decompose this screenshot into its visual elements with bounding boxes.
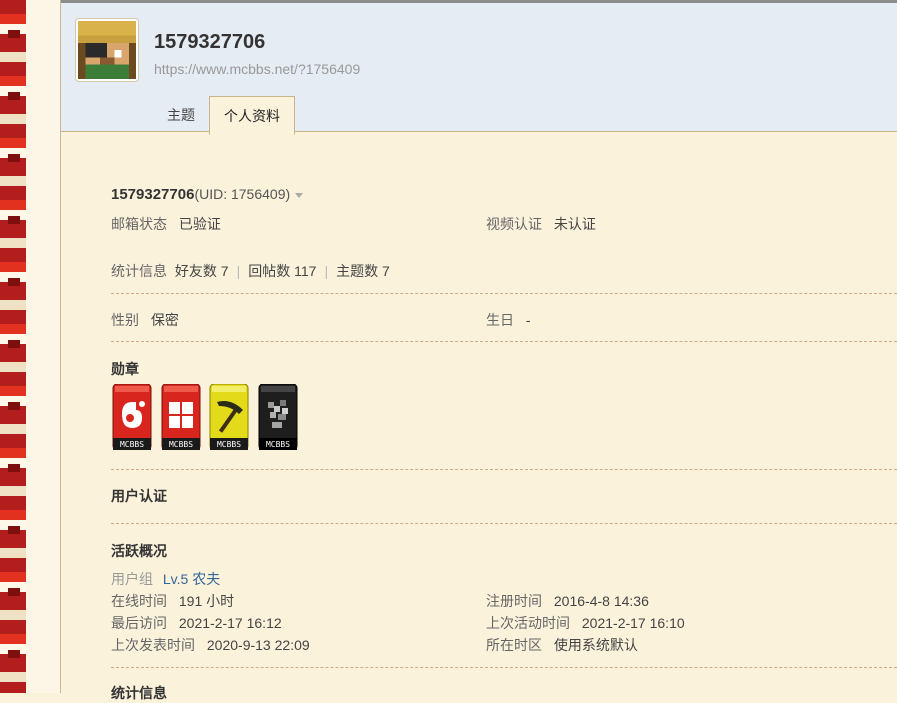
birthday-value: - — [525, 312, 531, 328]
last-active-value: 2021-2-17 16:10 — [581, 615, 685, 631]
last-visit-row: 最后访问 2021-2-17 16:12 — [111, 613, 282, 633]
timezone-row: 所在时区 使用系统默认 — [486, 635, 638, 655]
separator: | — [236, 263, 241, 279]
replies-count[interactable]: 回帖数 117 — [248, 263, 316, 279]
stats-label: 统计信息 — [111, 263, 167, 279]
birthday-label: 生日 — [486, 312, 514, 328]
register-label: 注册时间 — [486, 593, 542, 609]
last-post-row: 上次发表时间 2020-9-13 22:09 — [111, 635, 310, 655]
medal-red-drop[interactable]: MCBBS — [112, 384, 152, 450]
divider — [111, 469, 897, 470]
timezone-label: 所在时区 — [486, 637, 542, 653]
medal-red-window[interactable]: MCBBS — [161, 384, 201, 450]
profile-header: 1579327706 https://www.mcbbs.net/?175640… — [61, 0, 897, 135]
friends-count[interactable]: 好友数 7 — [175, 263, 229, 279]
decorative-border — [0, 0, 61, 693]
profile-username: 1579327706 — [154, 31, 266, 53]
email-status: 邮箱状态 已验证 — [111, 214, 221, 234]
medal-yellow-pickaxe[interactable]: MCBBS — [209, 384, 249, 450]
video-status: 视频认证 未认证 — [486, 214, 596, 234]
tab-profile[interactable]: 个人资料 — [209, 96, 295, 135]
divider — [111, 293, 897, 294]
birthday-row: 生日 - — [486, 310, 531, 330]
online-time-row: 在线时间 191 小时 — [111, 591, 234, 611]
border-margin — [26, 0, 60, 693]
last-visit-label: 最后访问 — [111, 615, 167, 631]
medal-caption: MCBBS — [169, 440, 193, 449]
last-visit-value: 2021-2-17 16:12 — [178, 615, 282, 631]
stats-row: 统计信息 好友数 7 | 回帖数 117 | 主题数 7 — [111, 261, 390, 281]
verification-title: 用户认证 — [111, 488, 167, 504]
gender-label: 性别 — [111, 312, 139, 328]
group-label: 用户组 — [111, 571, 153, 587]
last-post-value: 2020-9-13 22:09 — [206, 637, 310, 653]
last-active-label: 上次活动时间 — [486, 615, 570, 631]
timezone-value: 使用系统默认 — [553, 637, 638, 653]
last-post-label: 上次发表时间 — [111, 637, 195, 653]
email-label: 邮箱状态 — [111, 216, 167, 232]
profile-title-row: 1579327706(UID: 1756409) — [111, 186, 304, 203]
window-icon: MCBBS — [161, 384, 201, 450]
divider — [111, 341, 897, 342]
medals-title: 勋章 — [111, 361, 139, 377]
divider — [111, 523, 897, 524]
medal-caption: MCBBS — [266, 440, 290, 449]
user-group-row: 用户组 Lv.5 农夫 — [111, 569, 220, 589]
stats-section-title: 统计信息 — [111, 685, 167, 701]
group-value[interactable]: Lv.5 农夫 — [163, 571, 220, 587]
divider — [111, 667, 897, 668]
profile-name: 1579327706 — [111, 186, 195, 203]
tab-threads[interactable]: 主题 — [153, 96, 209, 132]
medal-caption: MCBBS — [217, 440, 241, 449]
video-value: 未认证 — [553, 216, 596, 232]
avatar[interactable] — [75, 18, 139, 82]
threads-count[interactable]: 主题数 7 — [336, 263, 390, 279]
activity-title: 活跃概况 — [111, 543, 167, 559]
online-value: 191 小时 — [178, 593, 235, 609]
profile-tabs: 主题 个人资料 — [153, 96, 295, 136]
register-time-row: 注册时间 2016-4-8 14:36 — [486, 591, 649, 611]
gender-row: 性别 保密 — [111, 310, 179, 330]
email-value: 已验证 — [178, 216, 221, 232]
medal-black-ore[interactable]: MCBBS — [258, 384, 298, 450]
medal-caption: MCBBS — [120, 440, 144, 449]
video-label: 视频认证 — [486, 216, 542, 232]
drop-icon: MCBBS — [112, 384, 152, 450]
pixel-border-shadow — [8, 0, 20, 693]
profile-uid: (UID: 1756409) — [194, 186, 291, 202]
separator: | — [324, 263, 329, 279]
online-label: 在线时间 — [111, 593, 167, 609]
register-value: 2016-4-8 14:36 — [553, 593, 649, 609]
gender-value: 保密 — [150, 312, 179, 328]
avatar-image — [78, 21, 136, 79]
profile-url[interactable]: https://www.mcbbs.net/?1756409 — [154, 61, 360, 77]
ore-icon: MCBBS — [258, 384, 298, 450]
last-active-row: 上次活动时间 2021-2-17 16:10 — [486, 613, 685, 633]
pickaxe-icon: MCBBS — [209, 384, 249, 450]
chevron-down-icon[interactable] — [295, 192, 304, 198]
